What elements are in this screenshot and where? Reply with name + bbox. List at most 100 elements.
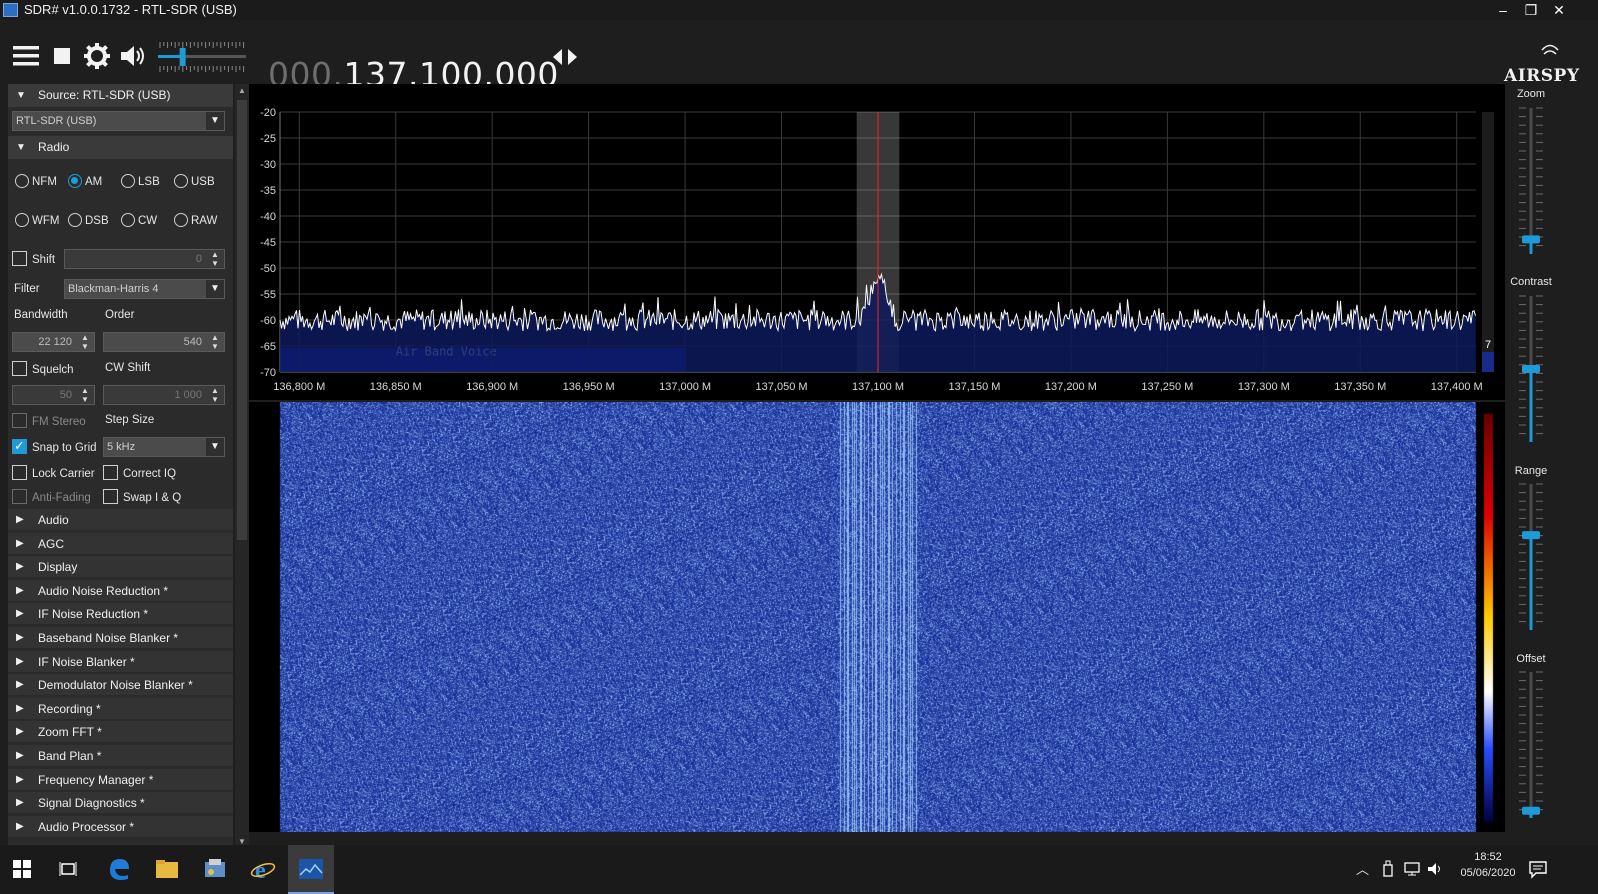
- filter-select[interactable]: Blackman-Harris 4 ▼: [64, 279, 225, 299]
- mode-label: NFM: [32, 176, 57, 188]
- shift-input[interactable]: 0 ▲ ▼: [64, 249, 225, 269]
- scrollbar-thumb[interactable]: [237, 100, 247, 540]
- network-icon[interactable]: [1403, 860, 1421, 878]
- mode-dsb-radio[interactable]: DSB: [68, 213, 109, 229]
- offset-slider-track[interactable]: [1529, 672, 1533, 818]
- app-icon: [3, 3, 18, 17]
- usb-device-icon[interactable]: [1381, 860, 1395, 878]
- radio-section-header[interactable]: ▼ Radio: [8, 136, 233, 159]
- vertical-sliders[interactable]: [1505, 84, 1598, 834]
- clock-time[interactable]: 18:52: [1466, 851, 1510, 863]
- sdrsharp-taskbar-button[interactable]: [288, 845, 334, 894]
- clock-date[interactable]: 05/06/2020: [1451, 867, 1525, 879]
- swap-iq-label: Swap I & Q: [123, 492, 182, 504]
- gear-icon[interactable]: [82, 41, 112, 71]
- zoom-slider-thumb[interactable]: [1522, 235, 1540, 244]
- minimize-button[interactable]: –: [1490, 0, 1516, 20]
- scroll-up-icon[interactable]: ▲: [237, 86, 247, 96]
- tuning-arrows-icon[interactable]: [550, 42, 580, 72]
- source-section-header[interactable]: ▼ Source: RTL-SDR (USB): [8, 84, 233, 107]
- plugin-item[interactable]: ▶ Frequency Manager *: [8, 768, 233, 791]
- mode-nfm-radio[interactable]: NFM: [15, 174, 57, 190]
- spinner-arrows-icon[interactable]: ▲ ▼: [78, 386, 92, 404]
- radio-dot-icon: [15, 213, 29, 227]
- speaker-icon[interactable]: [117, 41, 147, 71]
- spinner-arrows-icon[interactable]: ▲ ▼: [208, 386, 222, 404]
- volume-slider-thumb[interactable]: [179, 48, 186, 66]
- expand-triangle-icon: ▶: [16, 514, 24, 525]
- panel-scrollbar[interactable]: ▲ ▼: [235, 84, 249, 851]
- snap-to-grid-label: Snap to Grid: [32, 442, 97, 454]
- restore-button[interactable]: ❐: [1518, 0, 1544, 20]
- y-tick-label: -30: [260, 159, 276, 171]
- plugin-item[interactable]: ▶ Recording *: [8, 697, 233, 720]
- x-tick-label: 137,000 M: [659, 381, 711, 393]
- volume-slider[interactable]: [156, 36, 248, 76]
- expand-triangle-icon: ▶: [16, 773, 24, 785]
- windows-start-icon[interactable]: [12, 859, 32, 879]
- swap-iq-checkbox[interactable]: Swap I & Q: [103, 489, 181, 506]
- window-title: SDR# v1.0.0.1732 - RTL-SDR (USB): [24, 2, 237, 17]
- internet-explorer-icon[interactable]: e: [250, 856, 276, 882]
- plugin-item[interactable]: ▶ Band Plan *: [8, 745, 233, 767]
- show-hidden-icons-icon[interactable]: ︿: [1356, 859, 1369, 878]
- plugin-item[interactable]: ▶ Signal Diagnostics *: [8, 792, 233, 815]
- plugin-item[interactable]: ▶ Baseband Noise Blanker *: [8, 627, 233, 649]
- squelch-checkbox[interactable]: Squelch: [12, 361, 74, 378]
- mode-label: DSB: [85, 215, 109, 227]
- contrast-slider-thumb[interactable]: [1522, 365, 1540, 373]
- spinner-arrows-icon[interactable]: ▲ ▼: [78, 333, 92, 351]
- plugin-item[interactable]: ▶ Audio Noise Reduction *: [8, 579, 233, 602]
- y-tick-label: -50: [260, 263, 276, 275]
- zoom-slider-track[interactable]: [1529, 108, 1533, 254]
- cw-shift-input[interactable]: 1 000 ▲ ▼: [103, 385, 225, 405]
- shift-checkbox[interactable]: Shift: [12, 251, 55, 268]
- correct-iq-checkbox[interactable]: Correct IQ: [103, 465, 176, 482]
- notifications-icon[interactable]: [1527, 858, 1549, 880]
- range-slider-thumb[interactable]: [1522, 531, 1540, 540]
- anti-fading-checkbox[interactable]: Anti-Fading: [12, 489, 91, 506]
- plugin-item[interactable]: ▶ IF Noise Blanker *: [8, 650, 233, 673]
- y-tick-label: -40: [260, 211, 276, 223]
- checkbox-icon: [12, 251, 27, 266]
- waterfall-display[interactable]: [249, 402, 1505, 832]
- menu-icon[interactable]: [11, 41, 41, 71]
- snap-to-grid-checkbox[interactable]: Snap to Grid: [12, 438, 97, 456]
- mode-lsb-radio[interactable]: LSB: [121, 174, 160, 190]
- fm-stereo-checkbox[interactable]: FM Stereo: [12, 413, 86, 430]
- close-button[interactable]: ✕: [1546, 0, 1572, 20]
- plugin-item[interactable]: ▶ Display: [8, 556, 233, 579]
- order-value: 540: [183, 336, 202, 348]
- stop-icon[interactable]: [47, 41, 77, 71]
- order-input[interactable]: 540 ▲ ▼: [103, 332, 225, 352]
- plugin-item[interactable]: ▶ Audio Processor *: [8, 815, 233, 838]
- volume-tray-icon[interactable]: [1426, 860, 1444, 878]
- plugin-item[interactable]: ▶ Audio: [8, 509, 233, 531]
- step-size-select[interactable]: 5 kHz ▼: [103, 437, 225, 457]
- edge-icon[interactable]: [106, 856, 132, 882]
- mode-raw-radio[interactable]: RAW: [174, 213, 217, 229]
- plugin-item-label: Recording *: [38, 701, 101, 716]
- file-explorer-icon[interactable]: [154, 856, 180, 882]
- plugin-item[interactable]: ▶ IF Noise Reduction *: [8, 603, 233, 626]
- bandwidth-input[interactable]: 22 120 ▲ ▼: [12, 332, 95, 352]
- display-controls-panel: Zoom Contrast Range Offset: [1505, 84, 1598, 834]
- control-panel-icon[interactable]: [202, 856, 228, 882]
- lock-carrier-checkbox[interactable]: Lock Carrier: [12, 465, 95, 482]
- plugin-item[interactable]: ▶ Zoom FFT *: [8, 721, 233, 744]
- spinner-arrows-icon[interactable]: ▲ ▼: [208, 250, 222, 268]
- spectrum-analyzer[interactable]: Air Band Voice-20-25-30-35-40-45-50-55-6…: [249, 84, 1505, 400]
- mode-wfm-radio[interactable]: WFM: [15, 213, 59, 229]
- spinner-arrows-icon[interactable]: ▲ ▼: [208, 333, 222, 351]
- x-tick-label: 137,250 M: [1141, 381, 1193, 393]
- chevron-down-icon: ▼: [206, 438, 224, 456]
- task-view-icon[interactable]: [58, 859, 78, 879]
- offset-slider-thumb[interactable]: [1522, 806, 1540, 815]
- mode-usb-radio[interactable]: USB: [174, 174, 215, 190]
- source-device-select[interactable]: RTL-SDR (USB) ▼: [12, 111, 225, 131]
- plugin-item[interactable]: ▶ AGC: [8, 532, 233, 555]
- mode-cw-radio[interactable]: CW: [121, 213, 157, 229]
- plugin-item[interactable]: ▶ Demodulator Noise Blanker *: [8, 674, 233, 697]
- mode-am-radio[interactable]: AM: [68, 174, 102, 190]
- squelch-input[interactable]: 50 ▲ ▼: [12, 385, 95, 405]
